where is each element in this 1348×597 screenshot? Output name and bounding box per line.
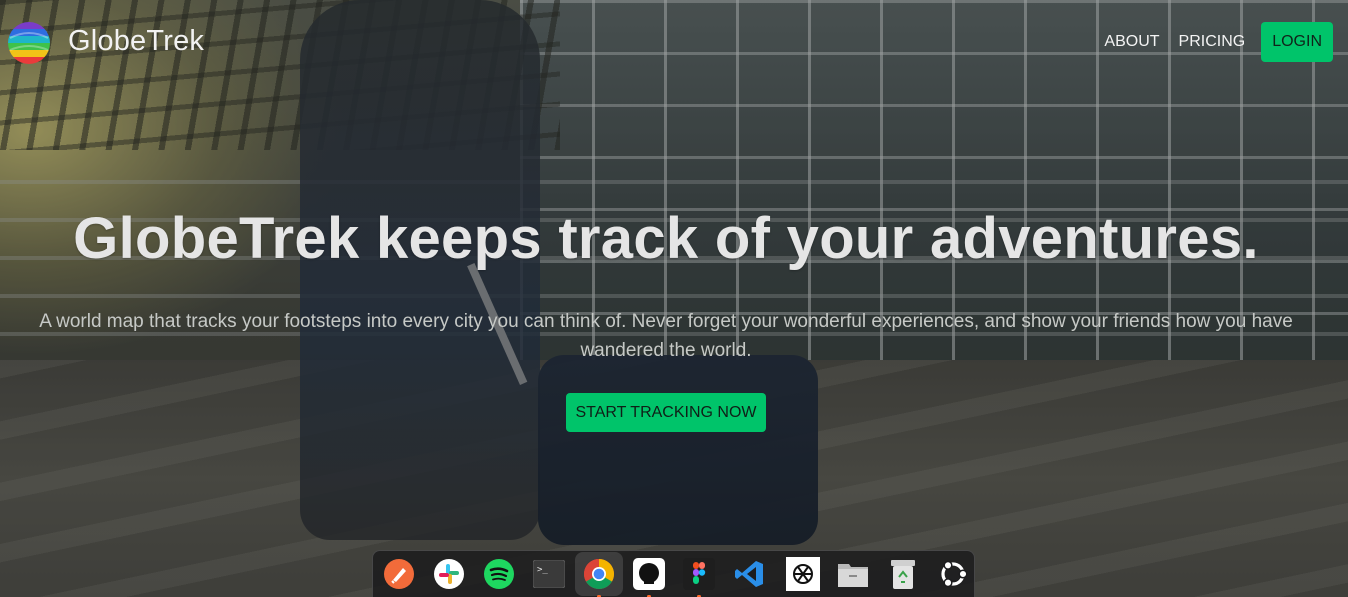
github-icon[interactable] — [631, 556, 667, 597]
slack-icon[interactable] — [431, 556, 467, 592]
globe-logo-icon[interactable] — [6, 20, 52, 66]
hero-subtitle: A world map that tracks your footsteps i… — [39, 311, 1293, 361]
nav-about-link[interactable]: ABOUT — [1104, 33, 1159, 51]
chatgpt-icon[interactable] — [785, 556, 821, 592]
ubuntu-icon[interactable] — [935, 556, 971, 592]
taskbar-dock: >_ — [372, 550, 975, 597]
brand-name[interactable]: GlobeTrek — [68, 25, 204, 58]
hero-title: GlobeTrek keeps track of your adventures… — [73, 206, 1259, 271]
spotify-icon[interactable] — [481, 556, 517, 592]
hero-background-photo — [0, 0, 1348, 597]
main-nav: ABOUT PRICING LOGIN — [1104, 22, 1333, 62]
postman-icon[interactable] — [381, 556, 417, 592]
folder-icon[interactable] — [835, 556, 871, 592]
chrome-icon[interactable] — [575, 552, 623, 597]
login-button[interactable]: LOGIN — [1261, 22, 1333, 62]
nav-pricing-link[interactable]: PRICING — [1179, 33, 1246, 51]
start-tracking-button[interactable]: START TRACKING NOW — [566, 393, 766, 432]
terminal-prompt-glyph: >_ — [537, 565, 548, 575]
trash-icon[interactable] — [885, 556, 921, 592]
terminal-icon[interactable]: >_ — [531, 556, 567, 592]
vscode-icon[interactable] — [731, 556, 767, 592]
figma-icon[interactable] — [681, 556, 717, 597]
site-header: GlobeTrek ABOUT PRICING LOGIN — [0, 0, 1348, 84]
